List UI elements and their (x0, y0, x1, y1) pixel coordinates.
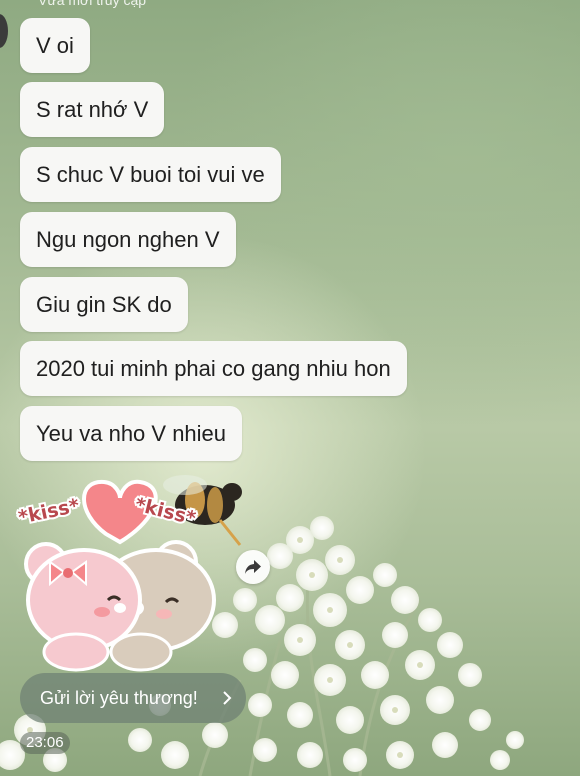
message-bubble[interactable]: Yeu va nho V nhieu (20, 406, 243, 461)
share-arrow-icon (245, 560, 261, 574)
share-button[interactable] (236, 550, 270, 584)
send-love-label: Gửi lời yêu thương! (40, 687, 198, 708)
message-bubble[interactable]: Giu gin SK do (20, 277, 188, 332)
message-bubble[interactable]: S chuc V buoi toi vui ve (20, 147, 281, 202)
message-bubble[interactable]: V oi (20, 18, 90, 73)
message-bubble[interactable]: Ngu ngon nghen V (20, 212, 236, 267)
send-love-button[interactable]: Gửi lời yêu thương! (20, 673, 246, 723)
message-bubble[interactable]: 2020 tui minh phai co gang nhiu hon (20, 341, 407, 396)
message-timestamp: 23:06 (20, 732, 70, 754)
chevron-right-icon (223, 691, 232, 705)
kissing-bears-sticker[interactable]: *kiss* *kiss* (16, 472, 224, 672)
sticker-text-left: *kiss* (16, 495, 81, 529)
last-seen-status: Vừa mới truy cập (38, 0, 147, 8)
message-bubble[interactable]: S rat nhớ V (20, 82, 165, 137)
